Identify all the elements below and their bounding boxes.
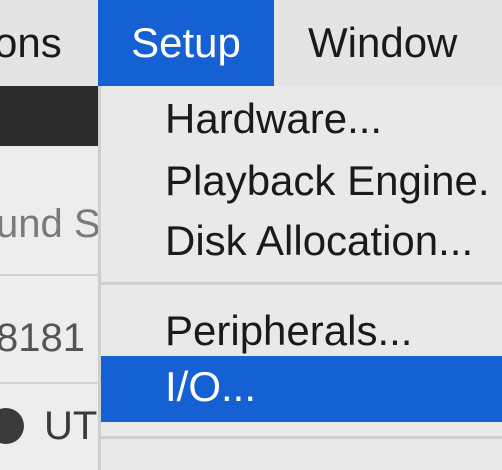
background-window-titlebar (0, 86, 98, 146)
background-window-value: 8181 (0, 316, 85, 360)
background-window-text: und S (0, 202, 98, 246)
menu-separator (101, 282, 502, 285)
menu-window[interactable]: Window (308, 0, 457, 86)
background-window-label: UT (44, 404, 98, 448)
menu-item-disk-allocation[interactable]: Disk Allocation... (101, 210, 502, 272)
divider (0, 274, 98, 276)
menu-separator (101, 436, 502, 439)
divider (0, 382, 98, 384)
setup-dropdown-menu: Hardware... Playback Engine. Disk Alloca… (98, 86, 502, 470)
device-icon (0, 408, 24, 444)
menu-setup[interactable]: Setup (98, 0, 274, 86)
background-window: und S 8181 UT (0, 86, 98, 470)
menu-item-io[interactable]: I/O... (101, 356, 502, 422)
screen: ons Setup Window und S 8181 UT Hardware.… (0, 0, 502, 470)
menu-item-hardware[interactable]: Hardware... (101, 88, 502, 150)
menu-options[interactable]: ons (0, 0, 62, 86)
menu-item-playback-engine[interactable]: Playback Engine. (101, 150, 502, 212)
menu-item-peripherals[interactable]: Peripherals... (101, 300, 502, 362)
menu-bar: ons Setup Window (0, 0, 502, 87)
